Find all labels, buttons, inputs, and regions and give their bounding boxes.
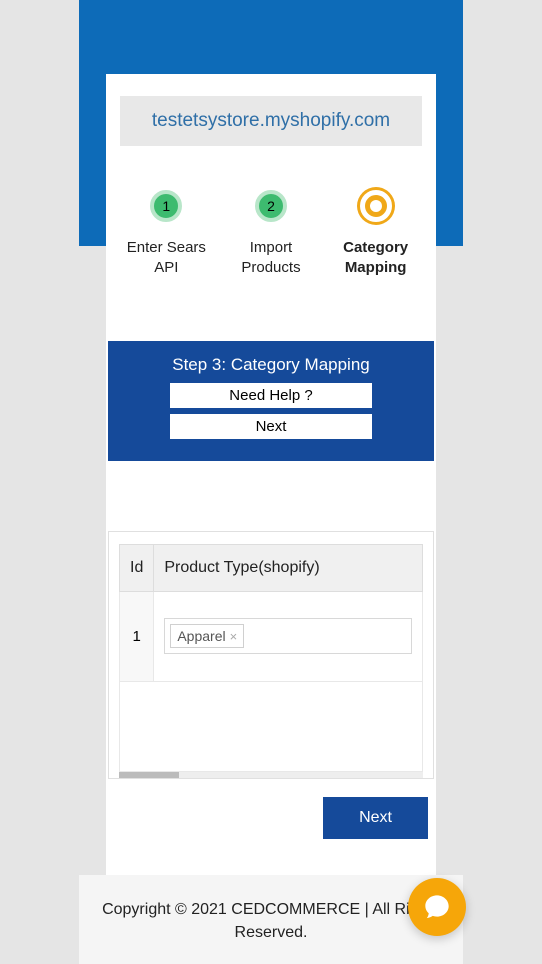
next-button[interactable]: Next xyxy=(323,797,428,839)
footer-text: Copyright © 2021 CEDCOMMERCE | All Right… xyxy=(102,901,440,940)
row-product-type-cell: Apparel × xyxy=(154,591,423,681)
step-1-num: 1 xyxy=(162,198,170,214)
store-url-text: testetsystore.myshopify.com xyxy=(152,110,390,131)
need-help-button[interactable]: Need Help ? xyxy=(170,383,372,408)
chat-bubble-button[interactable] xyxy=(408,878,466,936)
panel-next-button[interactable]: Next xyxy=(170,414,372,439)
category-table: Id Product Type(shopify) 1 Apparel × xyxy=(119,544,423,772)
table-empty-row xyxy=(120,681,423,771)
step-category-mapping[interactable]: Category Mapping xyxy=(331,190,421,279)
step3-panel: Step 3: Category Mapping Need Help ? Nex… xyxy=(108,341,434,461)
header-product-type: Product Type(shopify) xyxy=(154,544,423,591)
header-id: Id xyxy=(120,544,154,591)
category-table-wrapper: Id Product Type(shopify) 1 Apparel × xyxy=(108,531,434,779)
chat-icon xyxy=(423,893,451,921)
tag-label: Apparel xyxy=(177,628,225,644)
table-row: 1 Apparel × xyxy=(120,591,423,681)
step-2-label: Import Products xyxy=(226,238,316,279)
panel-title: Step 3: Category Mapping xyxy=(118,355,424,375)
step-3-label: Category Mapping xyxy=(331,238,421,279)
product-type-tag-input[interactable]: Apparel × xyxy=(164,618,412,654)
horizontal-scrollbar[interactable] xyxy=(119,772,423,778)
wizard-steps: 1 Enter Sears API 2 Import Products Cate… xyxy=(106,190,436,279)
step-2-circle: 2 xyxy=(255,190,287,222)
store-url-display: testetsystore.myshopify.com xyxy=(120,96,422,146)
footer: Copyright © 2021 CEDCOMMERCE | All Right… xyxy=(79,875,463,964)
remove-tag-icon[interactable]: × xyxy=(230,629,238,644)
row-id: 1 xyxy=(120,591,154,681)
table-header-row: Id Product Type(shopify) xyxy=(120,544,423,591)
scroll-thumb[interactable] xyxy=(119,772,179,778)
empty-cell xyxy=(120,681,423,771)
main-card: testetsystore.myshopify.com 1 Enter Sear… xyxy=(106,74,436,879)
step-1-label: Enter Sears API xyxy=(121,238,211,279)
product-type-tag: Apparel × xyxy=(170,624,244,648)
step-1-circle: 1 xyxy=(150,190,182,222)
step-import-products[interactable]: 2 Import Products xyxy=(226,190,316,279)
step-enter-api[interactable]: 1 Enter Sears API xyxy=(121,190,211,279)
step-3-circle xyxy=(360,190,392,222)
step-2-num: 2 xyxy=(267,198,275,214)
